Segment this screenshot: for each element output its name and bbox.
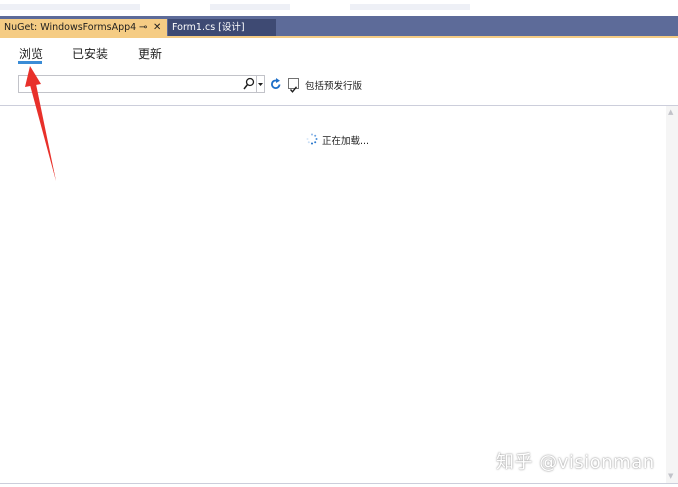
vertical-scrollbar[interactable]: [666, 106, 678, 483]
search-icon[interactable]: [243, 77, 255, 91]
search-dropdown-button[interactable]: [256, 75, 265, 93]
close-icon[interactable]: ✕: [153, 19, 161, 36]
prerelease-checkbox[interactable]: [288, 78, 299, 93]
pin-icon[interactable]: ⊸: [139, 19, 147, 36]
spinner-icon: [306, 133, 318, 145]
prerelease-label[interactable]: 包括预发行版: [305, 78, 362, 92]
search-box[interactable]: [18, 75, 264, 93]
bottom-border: [0, 483, 678, 484]
search-input[interactable]: [21, 77, 239, 91]
tab-updates[interactable]: 更新: [138, 45, 162, 62]
watermark: 知乎 @visionman: [496, 452, 655, 473]
tab-form1-designer[interactable]: Form1.cs [设计]: [168, 19, 276, 36]
tab-nuget-label: NuGet: WindowsFormsApp4: [4, 22, 137, 33]
loading-text: 正在加载...: [322, 136, 370, 147]
refresh-icon[interactable]: [270, 77, 282, 91]
document-tab-bar: NuGet: WindowsFormsApp4 ⊸ ✕ Form1.cs [设计…: [0, 16, 678, 38]
scroll-up-icon[interactable]: ▲: [668, 108, 673, 116]
tab-form1-label: Form1.cs [设计]: [172, 22, 245, 33]
scroll-down-icon[interactable]: ▼: [668, 472, 673, 480]
tab-browse[interactable]: 浏览: [19, 45, 43, 62]
top-strip: [0, 0, 678, 17]
checkmark-icon: [289, 86, 298, 93]
tab-nuget[interactable]: NuGet: WindowsFormsApp4 ⊸ ✕: [0, 19, 167, 36]
header-divider: [0, 105, 678, 106]
tab-installed[interactable]: 已安装: [72, 45, 108, 62]
annotation-arrow: [25, 66, 56, 181]
nuget-window: NuGet: WindowsFormsApp4 ⊸ ✕ Form1.cs [设计…: [0, 0, 678, 487]
active-tab-underline: [18, 61, 42, 64]
dropdown-arrow-icon: [258, 83, 263, 86]
